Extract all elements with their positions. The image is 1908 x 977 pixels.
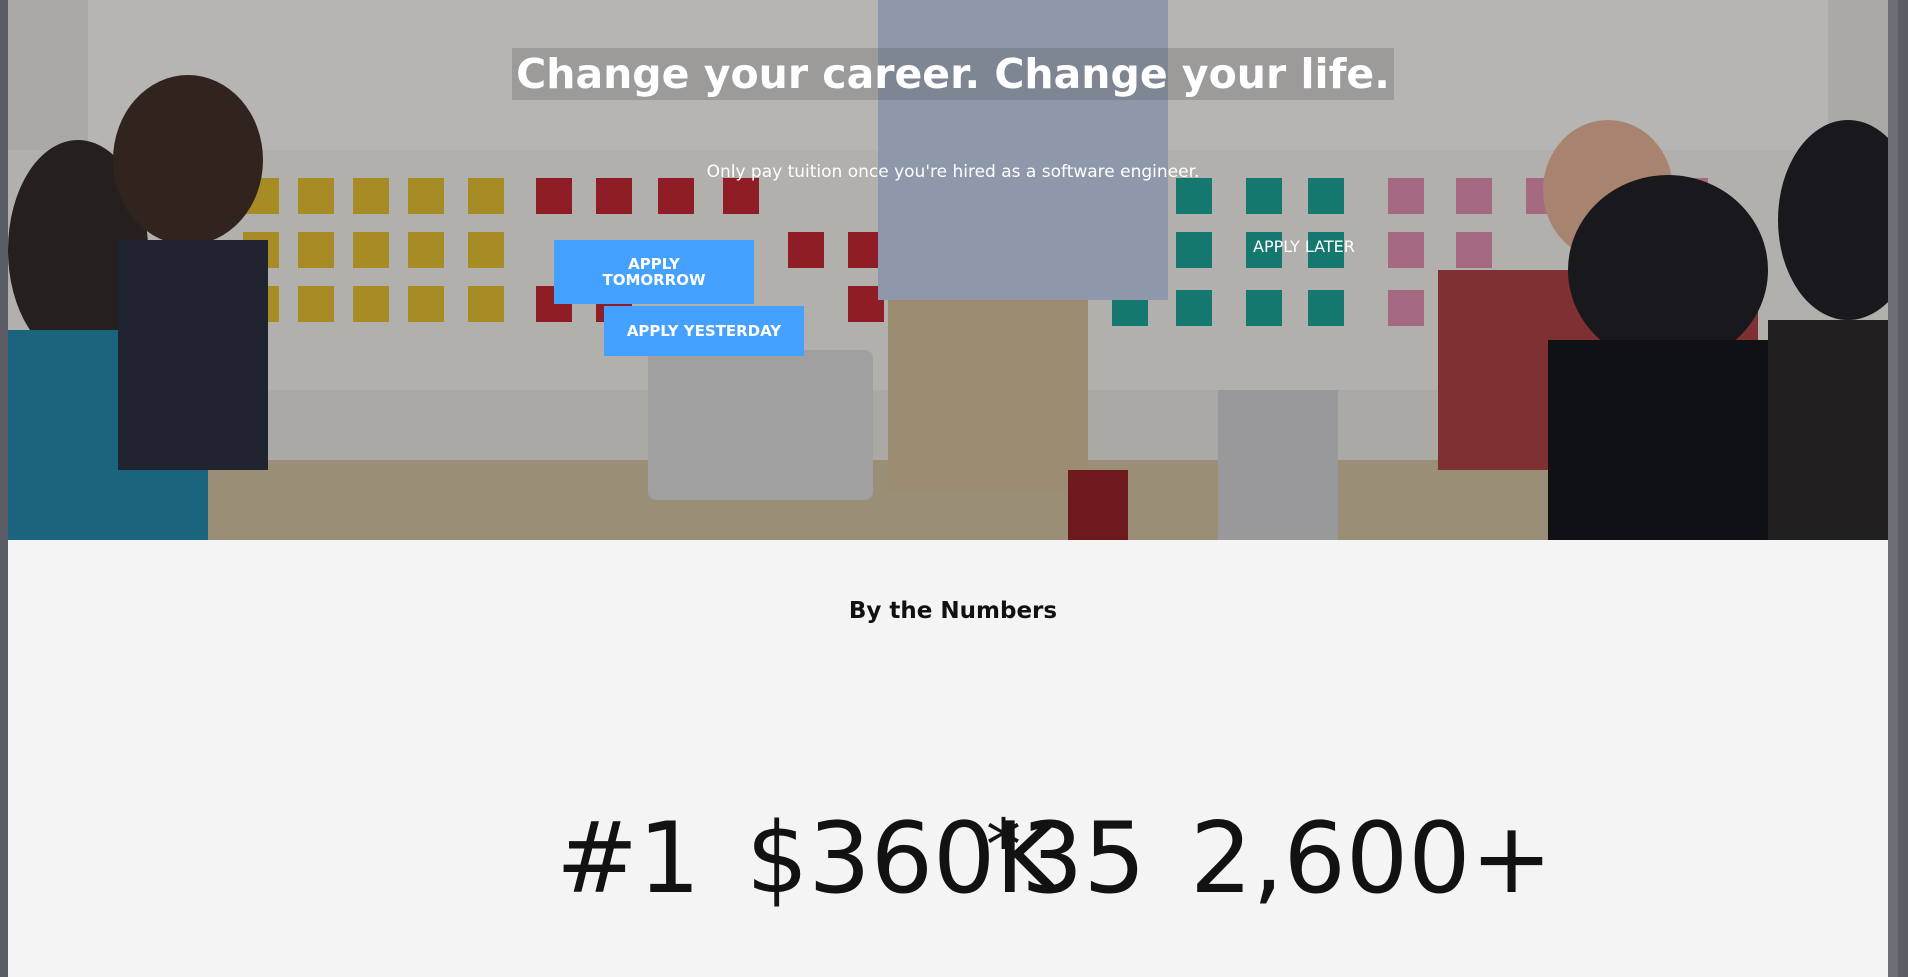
hero-section: Change your career. Change your life. On… [8,0,1898,540]
stat-graduates: 2,600+ [1190,802,1553,916]
stat-rank: #1 [556,802,701,916]
hero-title-text: Change your career. Change your life. [512,48,1394,100]
right-rail [1888,0,1898,977]
hero-subtitle: Only pay tuition once you're hired as a … [706,162,1200,182]
numbers-title: By the Numbers [848,598,1058,624]
stat-35: *35 [974,810,1146,908]
hero-title: Change your career. Change your life. [8,48,1898,100]
page: Change your career. Change your life. On… [8,0,1898,977]
apply-tomorrow-button[interactable]: APPLY TOMORROW [554,240,754,304]
apply-later-button[interactable]: APPLY LATER [1253,237,1355,256]
stat-35-value: 35 [1021,802,1146,916]
stat-35-asterisk: * [986,804,1021,886]
apply-yesterday-button[interactable]: APPLY YESTERDAY [604,306,804,356]
